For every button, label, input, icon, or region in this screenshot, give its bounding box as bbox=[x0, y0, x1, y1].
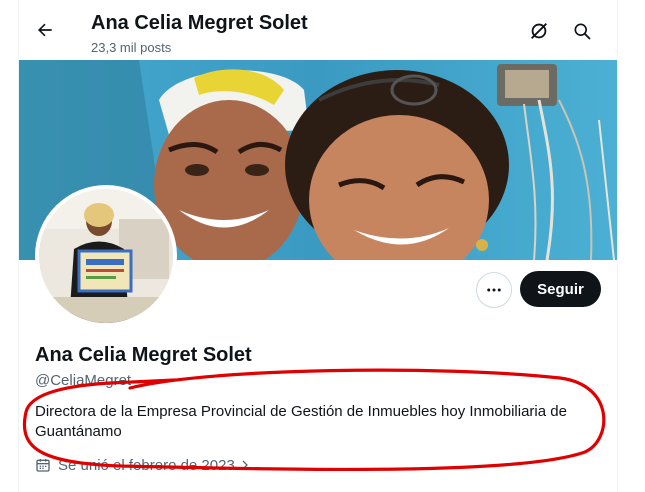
profile-name: Ana Celia Megret Solet bbox=[35, 344, 252, 366]
column-border-right bbox=[617, 0, 618, 492]
joined-text: Se unió el febrero de 2023 bbox=[58, 456, 235, 474]
profile-bio: Directora de la Empresa Provincial de Ge… bbox=[35, 403, 567, 440]
more-options-button[interactable] bbox=[476, 272, 512, 308]
back-arrow-icon[interactable] bbox=[33, 18, 57, 42]
more-icon bbox=[487, 288, 501, 292]
page-title: Ana Celia Megret Solet bbox=[91, 12, 308, 34]
search-icon[interactable] bbox=[571, 20, 593, 42]
calendar-icon bbox=[35, 456, 53, 474]
profile-handle: @CeliaMegret bbox=[35, 372, 132, 389]
profile-header: Ana Celia Megret Solet 23,3 mil posts bbox=[19, 0, 617, 60]
posts-count: 23,3 mil posts bbox=[91, 40, 172, 55]
follow-button[interactable]: Seguir bbox=[520, 271, 601, 307]
joined-date[interactable]: Se unió el febrero de 2023 bbox=[35, 456, 251, 474]
chevron-right-icon bbox=[239, 459, 251, 471]
avatar[interactable] bbox=[39, 189, 173, 323]
grok-icon[interactable] bbox=[528, 20, 550, 42]
